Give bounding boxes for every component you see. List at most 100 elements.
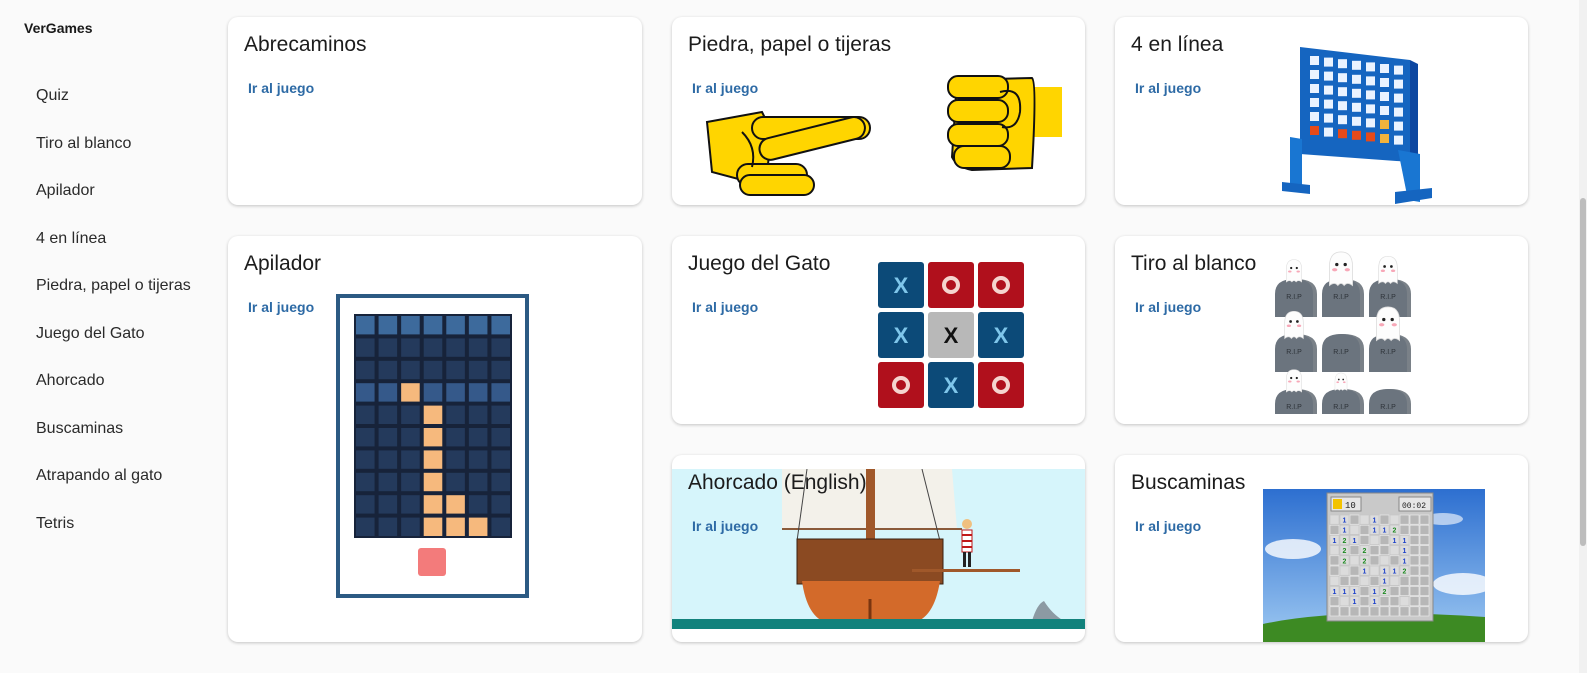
sidebar-item-piedra-papel-tijeras[interactable]: Piedra, papel o tijeras <box>0 262 196 310</box>
board-cell: X <box>928 362 974 408</box>
tombstone-text: R.I.P <box>1380 404 1396 411</box>
tombstone-icon: R.I.P <box>1369 389 1411 414</box>
svg-text:2: 2 <box>1363 558 1367 565</box>
stacker-illustration <box>336 294 529 598</box>
tombstone-text: R.I.P <box>1333 404 1349 411</box>
mine-counter: 10 <box>1345 501 1356 511</box>
board-cell: X <box>928 312 974 358</box>
sidebar-item-atrapando-al-gato[interactable]: Atrapando al gato <box>0 452 196 500</box>
scissors-hand-icon <box>705 110 871 196</box>
stacker-button <box>418 548 446 576</box>
svg-text:1: 1 <box>1353 589 1357 596</box>
play-link-ahorcado[interactable]: Ir al juego <box>692 518 758 534</box>
svg-text:1: 1 <box>1373 599 1377 606</box>
board-mark: X <box>944 323 959 348</box>
tombstone-icon: R.I.P <box>1322 389 1364 414</box>
svg-text:1: 1 <box>1373 589 1377 596</box>
sidebar-item-ahorcado[interactable]: Ahorcado <box>0 357 196 405</box>
play-link-piedra-papel-tijeras[interactable]: Ir al juego <box>692 80 758 96</box>
sidebar-item-tiro-al-blanco[interactable]: Tiro al blanco <box>0 120 196 168</box>
svg-text:1: 1 <box>1373 528 1377 535</box>
play-link-buscaminas[interactable]: Ir al juego <box>1135 518 1201 534</box>
svg-text:1: 1 <box>1373 518 1377 525</box>
sidebar-item-quiz[interactable]: Quiz <box>0 72 196 120</box>
svg-text:1: 1 <box>1383 528 1387 535</box>
tombstone-text: R.I.P <box>1333 349 1349 356</box>
connect-four-illustration <box>1282 47 1432 204</box>
game-card-juego-del-gato: Juego del Gato Ir al juego XXXXX <box>672 236 1085 424</box>
sidebar-item-tetris[interactable]: Tetris <box>0 500 196 548</box>
card-title: Apilador <box>244 252 322 275</box>
game-card-buscaminas: Buscaminas Ir al juego 10 00:02 11111212… <box>1115 455 1528 642</box>
svg-text:1: 1 <box>1403 538 1407 545</box>
game-card-ahorcado: Ahorcado (English) Ir al juego <box>672 455 1085 642</box>
play-link-juego-del-gato[interactable]: Ir al juego <box>692 299 758 315</box>
game-card-abrecaminos: Abrecaminos Ir al juego <box>228 17 642 205</box>
play-link-abrecaminos[interactable]: Ir al juego <box>248 80 314 96</box>
tombstone-text: R.I.P <box>1286 404 1302 411</box>
tombstone-text: R.I.P <box>1333 294 1349 301</box>
card-title: Piedra, papel o tijeras <box>688 33 892 56</box>
sidebar-item-buscaminas[interactable]: Buscaminas <box>0 405 196 453</box>
board-mark: X <box>944 373 959 398</box>
tombstone-text: R.I.P <box>1286 294 1302 301</box>
game-card-piedra-papel-tijeras: Piedra, papel o tijeras Ir al juego <box>672 17 1085 205</box>
card-title: Juego del Gato <box>688 252 831 275</box>
svg-text:1: 1 <box>1403 548 1407 555</box>
scrollbar-thumb[interactable] <box>1580 198 1586 546</box>
ghost-icon <box>1378 255 1398 285</box>
board-mark: X <box>894 323 909 348</box>
tombstones-ghosts-illustration: R.I.P R.I.P R.I.P R.I.P R.I.P R.I.P R.I.P R.I.P… <box>1275 251 1411 414</box>
sidebar: VerGames Quiz Tiro al blanco Apilador 4 … <box>0 0 210 673</box>
tombstone-text: R.I.P <box>1380 294 1396 301</box>
sidebar-item-4-en-linea[interactable]: 4 en línea <box>0 215 196 263</box>
rock-fist-icon <box>947 75 1062 172</box>
ghost-icon <box>1286 369 1302 393</box>
play-link-4-en-linea[interactable]: Ir al juego <box>1135 80 1201 96</box>
card-title: 4 en línea <box>1131 33 1224 56</box>
play-link-tiro-al-blanco[interactable]: Ir al juego <box>1135 299 1201 315</box>
tombstone-text: R.I.P <box>1286 349 1302 356</box>
tombstone-icon: R.I.P <box>1275 389 1317 414</box>
svg-text:2: 2 <box>1403 569 1407 576</box>
svg-text:1: 1 <box>1393 569 1397 576</box>
minesweeper-illustration: 10 00:02 1 11 1 1 21 2 1 1 12 2 12 2 11 1 1 211 1 1 1 21 1 <box>1263 489 1485 642</box>
svg-text:2: 2 <box>1363 548 1367 555</box>
sidebar-item-apilador[interactable]: Apilador <box>0 167 196 215</box>
svg-text:2: 2 <box>1343 548 1347 555</box>
svg-text:1: 1 <box>1383 579 1387 586</box>
game-card-tiro-al-blanco: Tiro al blanco Ir al juego R.I.P R.I.P R.I… <box>1115 236 1528 424</box>
svg-text:2: 2 <box>1343 558 1347 565</box>
board-cell: X <box>978 312 1024 358</box>
svg-text:2: 2 <box>1343 538 1347 545</box>
ghost-icon <box>1329 251 1353 287</box>
game-card-apilador: Apilador Ir al juego <box>228 236 642 642</box>
tombstone-icon: R.I.P <box>1275 334 1317 372</box>
card-title: Ahorcado (English) <box>688 471 867 494</box>
svg-text:1: 1 <box>1383 569 1387 576</box>
board-cell <box>978 362 1024 408</box>
ghost-icon <box>1334 372 1348 391</box>
ghost-icon <box>1284 310 1304 340</box>
svg-text:1: 1 <box>1353 538 1357 545</box>
tic-tac-toe-board: XX X XX <box>878 262 1024 408</box>
card-title: Tiro al blanco <box>1131 252 1257 275</box>
board-cell <box>978 262 1024 308</box>
brand-title: VerGames <box>24 20 93 36</box>
svg-text:2: 2 <box>1383 589 1387 596</box>
board-mark: X <box>894 273 909 298</box>
play-link-apilador[interactable]: Ir al juego <box>248 299 314 315</box>
board-cell: X <box>878 312 924 358</box>
svg-text:1: 1 <box>1343 528 1347 535</box>
game-card-4-en-linea: 4 en línea Ir al juego <box>1115 17 1528 205</box>
svg-text:1: 1 <box>1363 569 1367 576</box>
game-timer: 00:02 <box>1402 502 1426 511</box>
sidebar-item-juego-del-gato[interactable]: Juego del Gato <box>0 310 196 358</box>
board-cell: X <box>878 262 924 308</box>
svg-text:1: 1 <box>1343 589 1347 596</box>
svg-text:2: 2 <box>1393 528 1397 535</box>
page-scrollbar[interactable] <box>1579 0 1587 673</box>
svg-text:1: 1 <box>1403 558 1407 565</box>
board-mark: X <box>994 323 1009 348</box>
board-cell <box>878 362 924 408</box>
